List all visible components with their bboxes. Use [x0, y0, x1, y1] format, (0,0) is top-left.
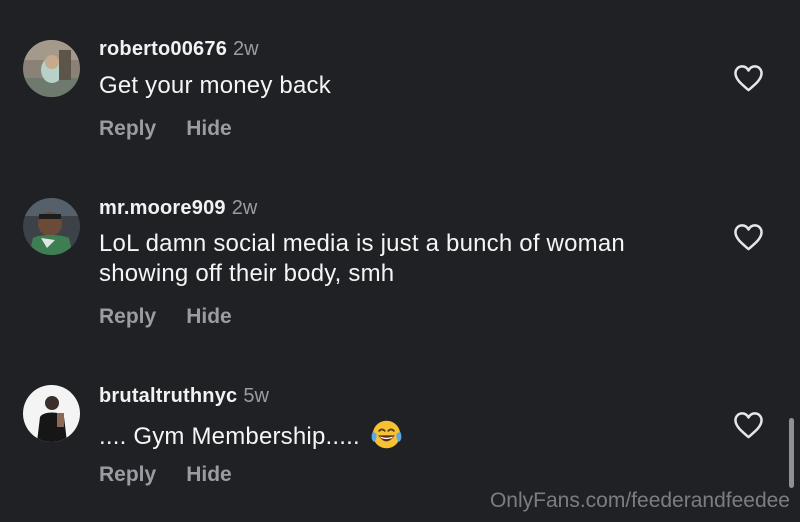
comment-text-content: .... Gym Membership.....	[99, 423, 360, 450]
comment-item: brutaltruthnyc 5w .... Gym Membership....…	[0, 0, 800, 522]
comment-actions: Reply Hide	[99, 462, 232, 488]
heart-icon[interactable]	[733, 411, 764, 439]
avatar[interactable]	[23, 385, 80, 442]
reply-button[interactable]: Reply	[99, 462, 156, 488]
scrollbar[interactable]	[789, 418, 794, 488]
avatar-photo	[23, 385, 80, 442]
username[interactable]: brutaltruthnyc	[99, 385, 237, 407]
watermark: OnlyFans.com/feederandfeedee	[489, 489, 790, 512]
comment-header: brutaltruthnyc 5w	[99, 384, 269, 408]
hide-button[interactable]: Hide	[186, 462, 232, 488]
timestamp: 5w	[243, 385, 269, 407]
face-with-tears-of-joy-icon	[371, 420, 402, 449]
comment-text: .... Gym Membership.....	[99, 418, 699, 452]
